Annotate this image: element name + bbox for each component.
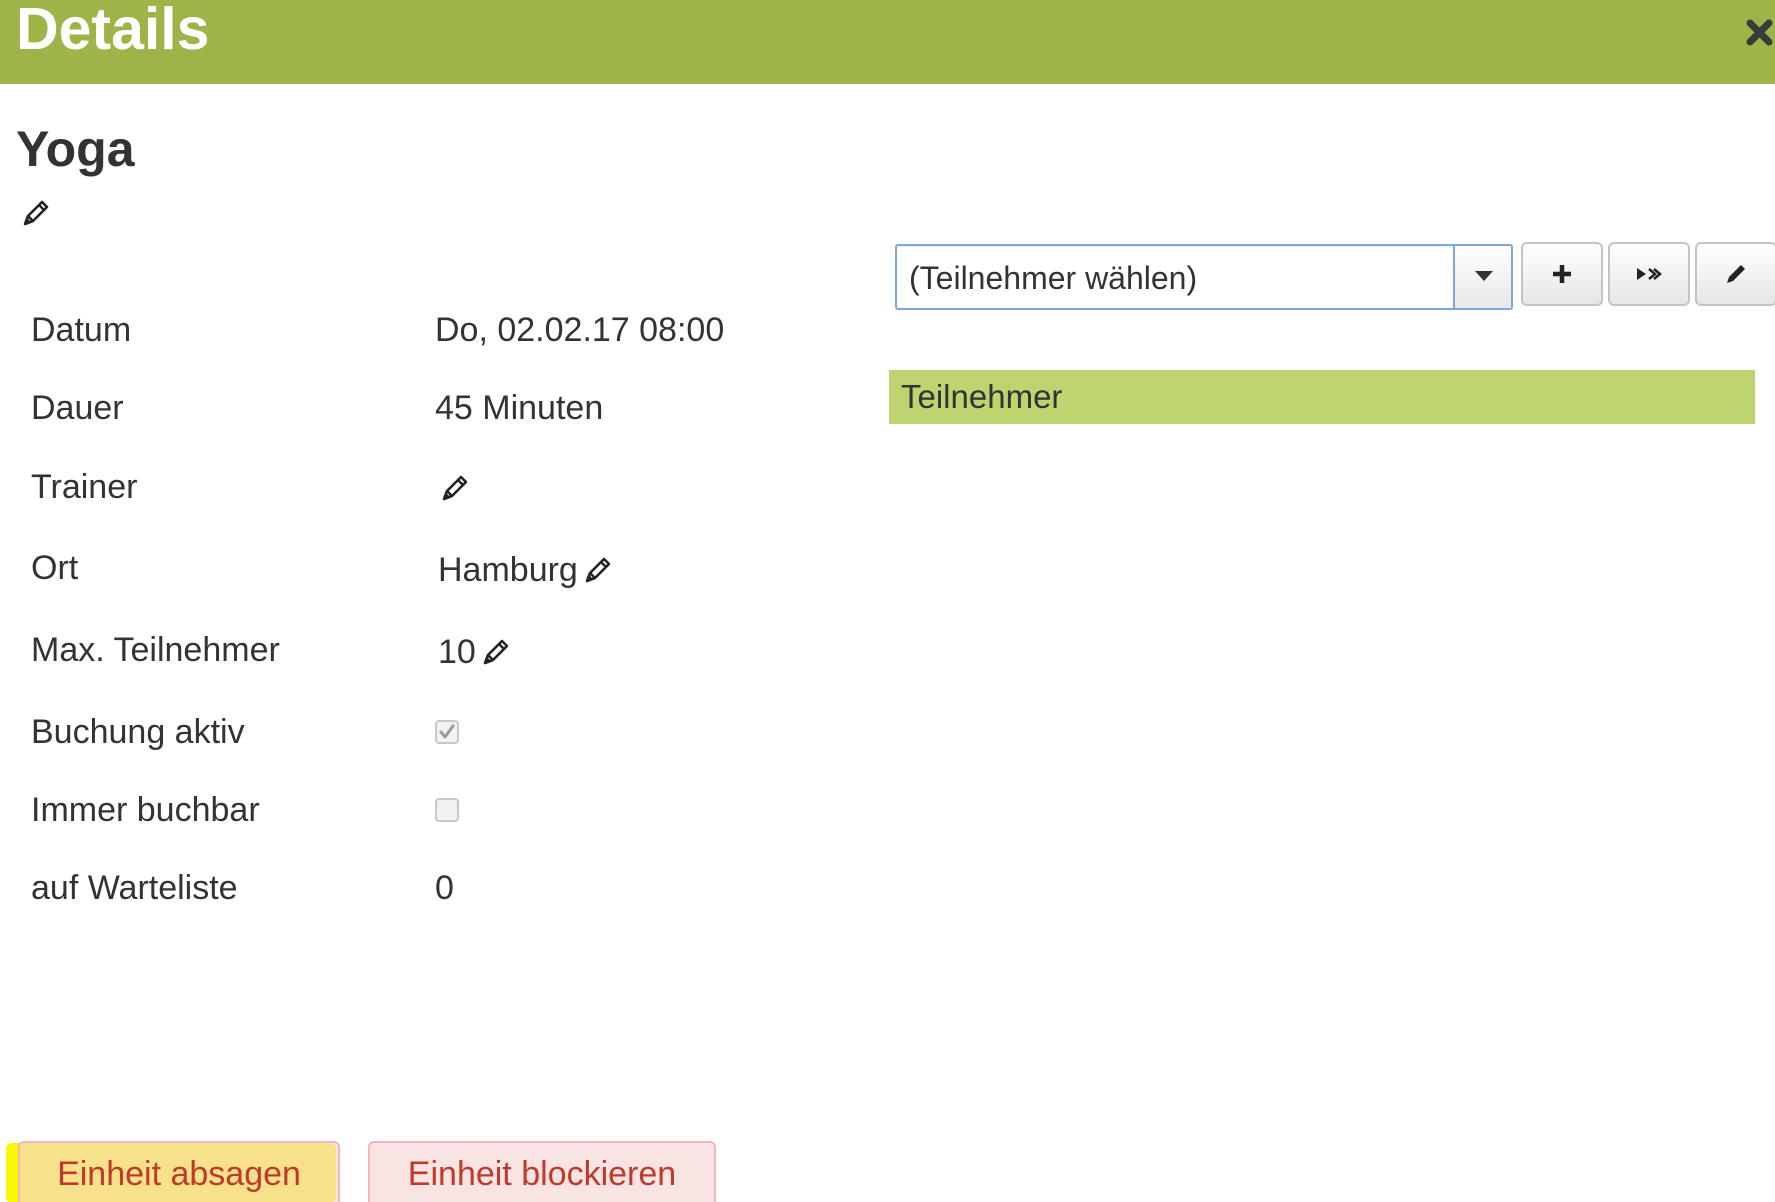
ort-text: Hamburg: [438, 551, 578, 589]
buchung-aktiv-checkbox[interactable]: [435, 720, 459, 744]
immer-buchbar-checkbox[interactable]: [435, 798, 459, 822]
dauer-text: 45 Minuten: [435, 389, 604, 427]
immer-buchbar-value: [435, 798, 459, 822]
trainer-value: [435, 472, 471, 504]
edit-participant-button[interactable]: [1695, 242, 1775, 306]
trainer-label: Trainer: [31, 468, 138, 506]
dauer-value: 45 Minuten: [435, 388, 603, 428]
datum-value: Do, 02.02.17 08:00: [435, 310, 724, 350]
cancel-unit-button[interactable]: Einheit absagen: [18, 1141, 340, 1202]
dialog-title: Details: [16, 0, 210, 62]
participant-select-value: (Teilnehmer wählen): [909, 260, 1198, 296]
edit-trainer-pencil-icon[interactable]: [439, 472, 471, 504]
warteliste-text: 0: [435, 869, 454, 907]
warteliste-value: 0: [435, 868, 454, 908]
immer-buchbar-label: Immer buchbar: [31, 791, 260, 829]
edit-max-teilnehmer-pencil-icon[interactable]: [480, 636, 512, 668]
buchung-aktiv-label: Buchung aktiv: [31, 713, 245, 751]
max-teilnehmer-value: 10: [438, 632, 512, 672]
chevron-down-icon[interactable]: [1453, 246, 1511, 308]
close-icon[interactable]: [1744, 14, 1775, 48]
move-participant-button[interactable]: [1608, 242, 1690, 306]
participants-section-title: Teilnehmer: [901, 378, 1063, 415]
add-participant-button[interactable]: [1521, 242, 1603, 306]
participant-select[interactable]: (Teilnehmer wählen): [895, 244, 1513, 310]
participants-section-header: Teilnehmer: [889, 370, 1755, 424]
max-teilnehmer-text: 10: [438, 633, 476, 671]
warteliste-label: auf Warteliste: [31, 869, 238, 907]
block-unit-button[interactable]: Einheit blockieren: [368, 1141, 716, 1202]
move-right-icon: [1637, 268, 1662, 280]
edit-ort-pencil-icon[interactable]: [582, 554, 614, 586]
buchung-aktiv-value: [435, 720, 459, 744]
edit-title-pencil-icon[interactable]: [20, 197, 52, 229]
plus-icon: [1553, 265, 1571, 283]
pencil-icon: [1727, 265, 1745, 283]
event-title: Yoga: [16, 121, 135, 177]
details-dialog: Details Yoga Datum Do, 02.02.17 08:00 Da…: [0, 0, 1775, 1202]
datum-label: Datum: [31, 311, 132, 349]
ort-label: Ort: [31, 549, 79, 587]
datum-text: Do, 02.02.17 08:00: [435, 311, 725, 349]
dialog-header: Details: [0, 0, 1775, 84]
dauer-label: Dauer: [31, 389, 124, 427]
max-teilnehmer-label: Max. Teilnehmer: [31, 631, 280, 669]
ort-value: Hamburg: [438, 550, 614, 590]
